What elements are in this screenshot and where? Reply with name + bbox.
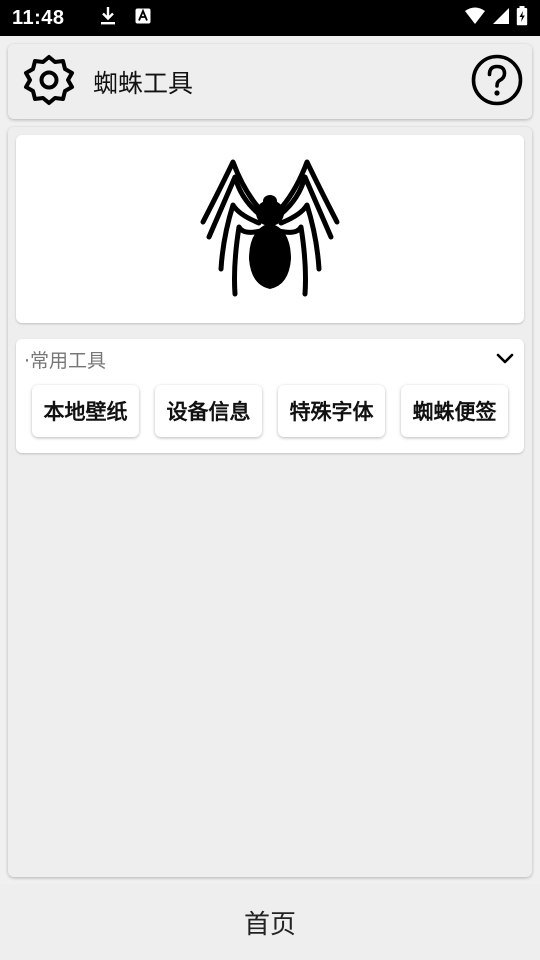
download-icon <box>99 6 117 30</box>
gear-icon <box>23 54 75 110</box>
wifi-icon <box>464 7 486 29</box>
common-tools-title: ·常用工具 <box>24 349 107 372</box>
spider-notes-button[interactable]: 蜘蛛便签 <box>401 385 508 437</box>
status-right-icons <box>464 6 528 30</box>
special-font-button[interactable]: 特殊字体 <box>278 385 385 437</box>
device-info-button[interactable]: 设备信息 <box>155 385 262 437</box>
chevron-down-icon[interactable] <box>494 348 516 370</box>
spider-icon <box>195 157 345 301</box>
app-title: 蜘蛛工具 <box>93 68 194 98</box>
tool-buttons: 本地壁纸 设备信息 特殊字体 蜘蛛便签 <box>32 385 508 437</box>
bottom-nav: 首页 <box>0 884 540 960</box>
common-tools-header[interactable]: ·常用工具 <box>24 345 516 373</box>
local-wallpaper-button[interactable]: 本地壁纸 <box>32 385 139 437</box>
status-bar: 11:48 <box>0 0 540 36</box>
help-circle-icon <box>471 54 523 110</box>
main-panel: ·常用工具 本地壁纸 设备信息 特殊字体 蜘蛛便签 <box>8 127 532 877</box>
header-bar: 蜘蛛工具 <box>8 44 532 119</box>
signal-icon <box>492 7 510 29</box>
banner-card <box>16 135 524 323</box>
status-time: 11:48 <box>12 6 65 29</box>
settings-button[interactable] <box>23 54 75 110</box>
font-a-icon <box>135 8 151 28</box>
status-left-icons <box>99 6 151 30</box>
nav-home-tab[interactable]: 首页 <box>244 904 296 941</box>
battery-charging-icon <box>516 6 528 30</box>
common-tools-card: ·常用工具 本地壁纸 设备信息 特殊字体 蜘蛛便签 <box>16 339 524 453</box>
help-button[interactable] <box>470 54 524 110</box>
